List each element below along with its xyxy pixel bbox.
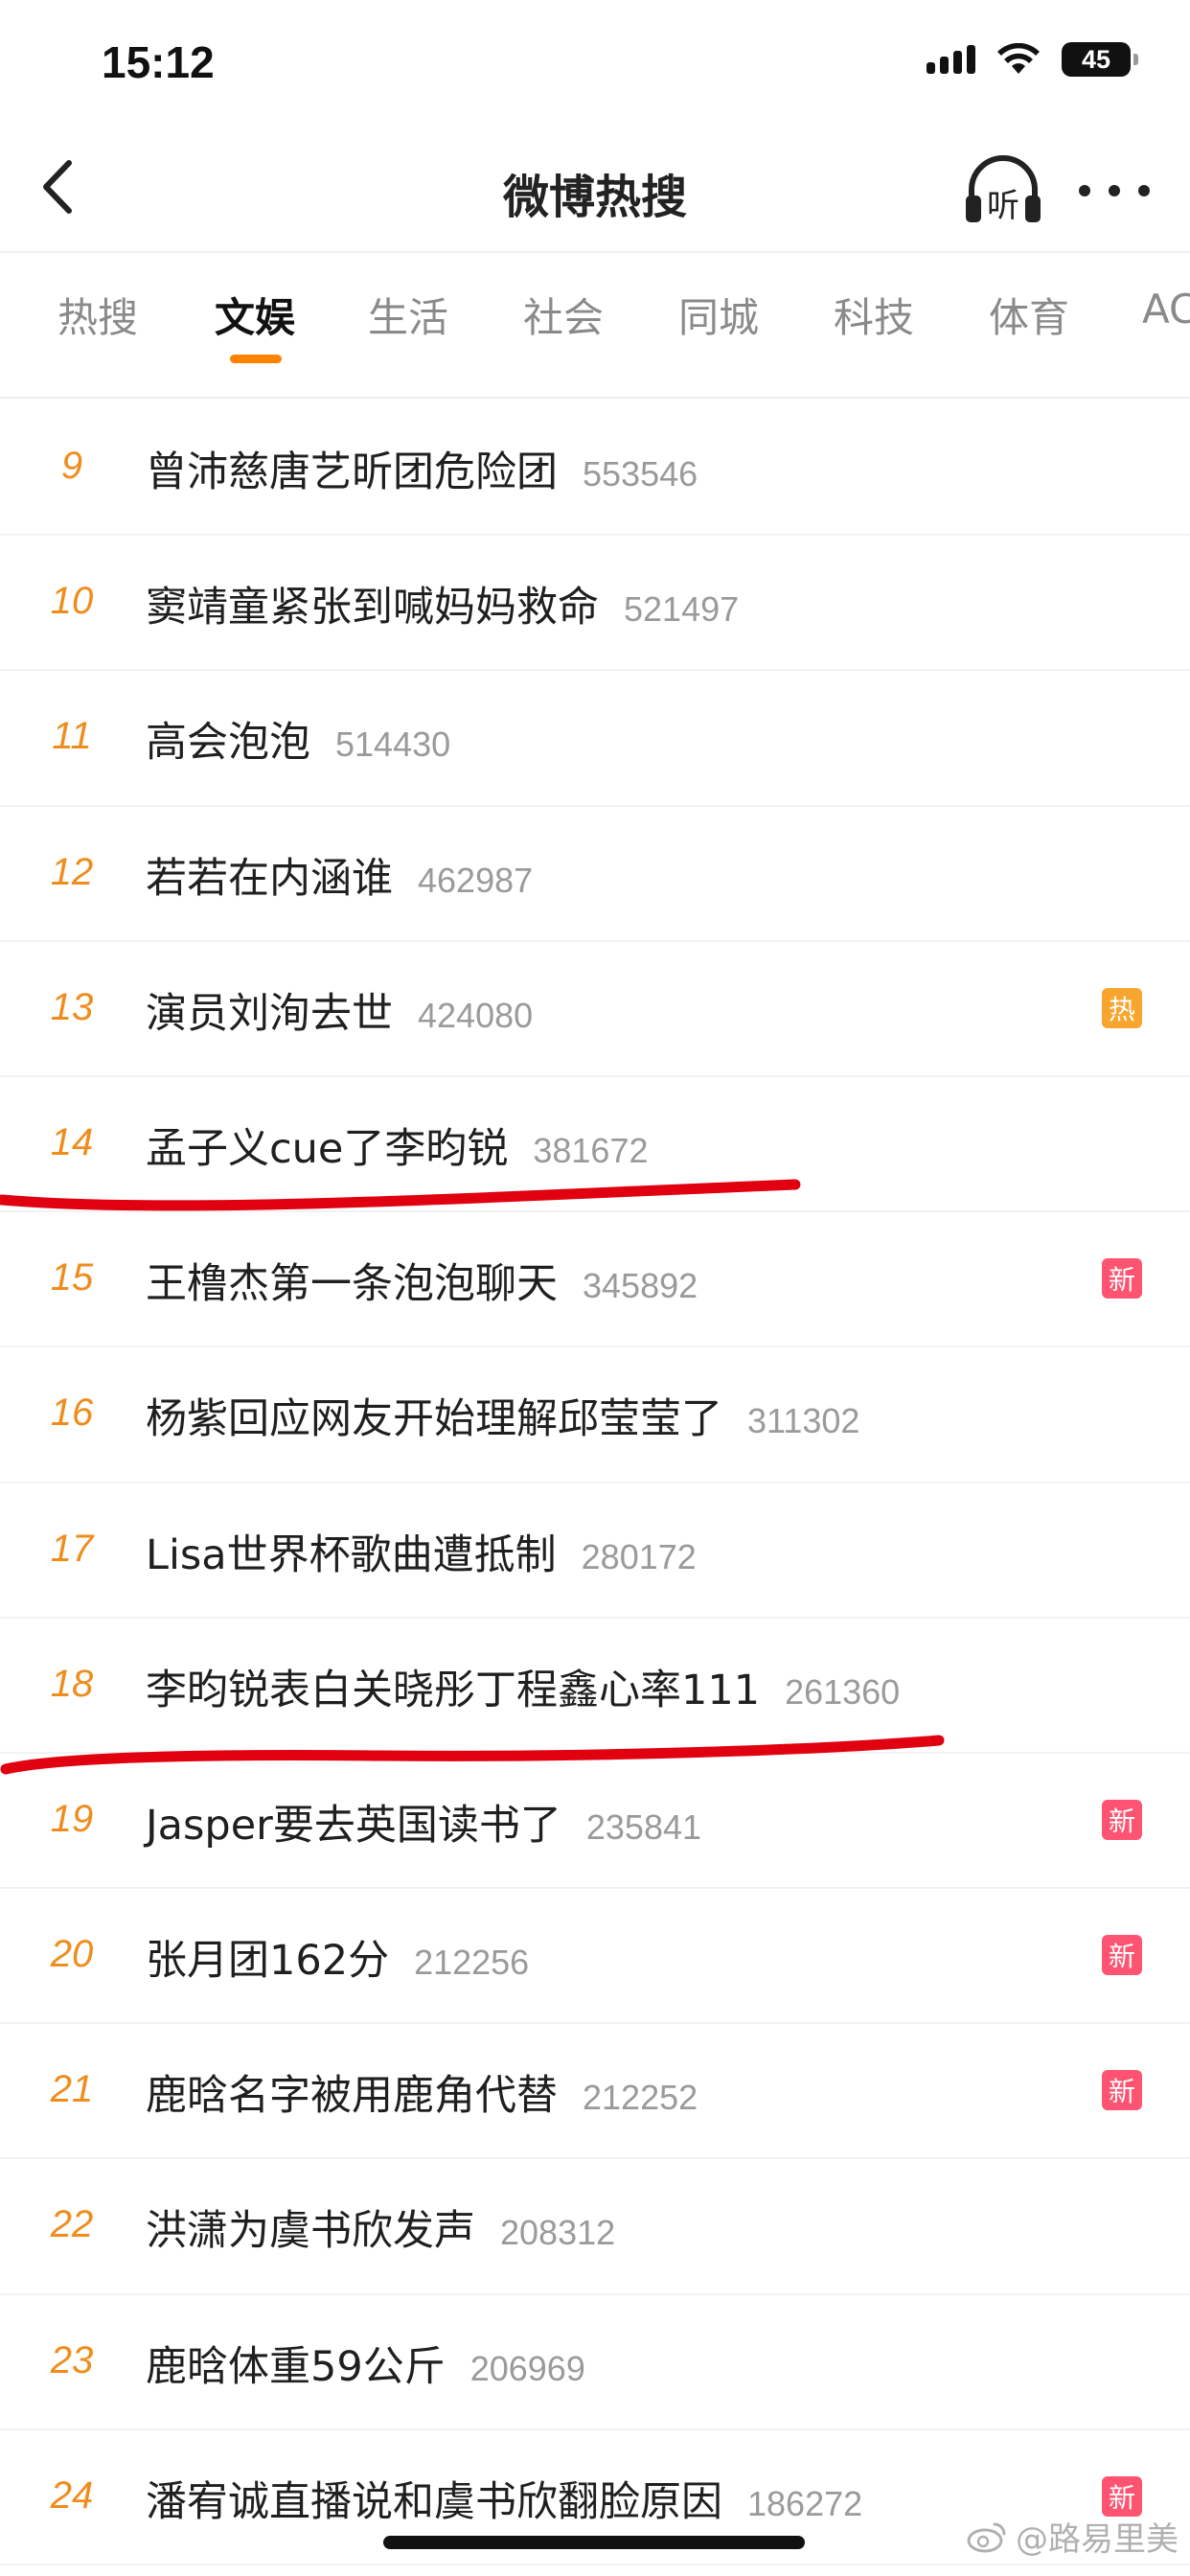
rank-number: 14 (50, 1120, 94, 1163)
cellular-signal-icon (927, 45, 975, 74)
hot-badge: 热 (1102, 987, 1142, 1028)
status-time: 15:12 (102, 37, 215, 87)
list-item[interactable]: 17 Lisa世界杯歌曲遭抵制 280172 (0, 1484, 1190, 1619)
topic-title: 鹿晗名字被用鹿角代替 (146, 2072, 558, 2121)
heat-count: 280172 (581, 1536, 697, 1576)
listen-label: 听 (987, 187, 1019, 225)
list-item[interactable]: 14 孟子义cue了李昀锐 381672 (0, 1077, 1190, 1213)
tab-tech[interactable]: 科技 (834, 286, 914, 344)
category-tabs: 热搜 文娱 生活 社会 同城 科技 体育 AC (0, 255, 1190, 399)
rank-number: 13 (50, 985, 94, 1028)
rank-number: 12 (50, 850, 94, 893)
more-dot (1138, 185, 1150, 196)
rank-number: 10 (50, 580, 94, 623)
topic-title: 鹿晗体重59公斤 (146, 2342, 446, 2391)
status-icons: 45 (927, 42, 1138, 77)
list-item[interactable]: 10 窦靖童紧张到喊妈妈救命 521497 (0, 536, 1190, 672)
rank-number: 17 (50, 1527, 94, 1570)
rank-number: 20 (50, 1933, 94, 1976)
new-badge: 新 (1102, 2475, 1142, 2517)
list-item[interactable]: 20 张月团162分 212256 新 (0, 1889, 1190, 2025)
heat-count: 261360 (785, 1671, 901, 1712)
listen-button[interactable]: 听 (962, 151, 1044, 228)
rank-number: 22 (50, 2203, 94, 2246)
more-dot (1109, 185, 1120, 196)
battery-icon: 45 (1062, 42, 1138, 77)
tab-acg[interactable]: AC (1142, 286, 1190, 333)
list-item[interactable]: 19 Jasper要去英国读书了 235841 新 (0, 1754, 1190, 1890)
rank-number: 19 (50, 1797, 94, 1840)
new-badge: 新 (1102, 1258, 1142, 1300)
heat-count: 186272 (747, 2483, 863, 2523)
rank-number: 24 (50, 2473, 94, 2517)
rank-number: 23 (50, 2338, 94, 2381)
topic-title: 潘宥诚直播说和虞书欣翻脸原因 (146, 2477, 722, 2526)
tab-entertainment[interactable]: 文娱 (215, 286, 295, 344)
more-dot (1079, 185, 1090, 196)
topic-title: 杨紫回应网友开始理解邱莹莹了 (146, 1395, 722, 1444)
topic-title: 张月团162分 (146, 1937, 390, 1986)
hot-search-list: 9 曾沛慈唐艺昕团危险团 553546 10 窦靖童紧张到喊妈妈救命 521497 … (0, 401, 1190, 2565)
rank-number: 9 (60, 445, 83, 487)
headphones-icon: 听 (966, 155, 1041, 225)
heat-count: 212252 (583, 2078, 698, 2118)
list-item[interactable]: 21 鹿晗名字被用鹿角代替 212252 新 (0, 2024, 1190, 2160)
rank-number: 16 (50, 1392, 94, 1435)
heat-count: 553546 (583, 454, 698, 494)
battery-level: 45 (1081, 44, 1111, 74)
topic-title: 王橹杰第一条泡泡聊天 (146, 1260, 558, 1309)
watermark-text: @路易里美 (1016, 2520, 1179, 2559)
topic-title: 洪潇为虞书欣发声 (146, 2207, 475, 2256)
heat-count: 381672 (533, 1130, 649, 1170)
rank-number: 15 (50, 1256, 94, 1300)
topic-title: 高会泡泡 (146, 719, 310, 768)
watermark: @路易里美 (966, 2513, 1179, 2560)
list-item[interactable]: 23 鹿晗体重59公斤 206969 (0, 2295, 1190, 2430)
list-item[interactable]: 16 杨紫回应网友开始理解邱莹莹了 311302 (0, 1347, 1190, 1484)
list-item[interactable]: 12 若若在内涵谁 462987 (0, 807, 1190, 942)
wifi-icon (997, 43, 1040, 74)
topic-title: Jasper要去英国读书了 (146, 1801, 561, 1850)
weibo-logo-icon (967, 2522, 1006, 2552)
list-item[interactable]: 13 演员刘洵去世 424080 热 (0, 942, 1190, 1077)
list-item[interactable]: 22 洪潇为虞书欣发声 208312 (0, 2159, 1190, 2295)
heat-count: 206969 (469, 2348, 585, 2388)
active-tab-indicator (230, 355, 282, 363)
rank-number: 11 (52, 715, 92, 758)
list-item[interactable]: 9 曾沛慈唐艺昕团危险团 553546 (0, 401, 1190, 537)
heat-count: 424080 (418, 995, 534, 1035)
list-item[interactable]: 15 王橹杰第一条泡泡聊天 345892 新 (0, 1212, 1190, 1348)
heat-count: 462987 (418, 860, 534, 900)
tab-life[interactable]: 生活 (368, 286, 448, 344)
topic-title: 若若在内涵谁 (146, 854, 393, 903)
topic-title: 孟子义cue了李昀锐 (146, 1124, 509, 1173)
rank-number: 18 (50, 1662, 94, 1705)
new-badge: 新 (1102, 2070, 1142, 2111)
rank-number: 21 (50, 2068, 94, 2111)
tab-society[interactable]: 社会 (523, 286, 604, 344)
heat-count: 235841 (585, 1806, 702, 1847)
tab-local[interactable]: 同城 (678, 286, 759, 344)
topic-title: 曾沛慈唐艺昕团危险团 (146, 448, 558, 496)
heat-count: 345892 (583, 1266, 698, 1306)
heat-count: 212256 (414, 1943, 530, 1983)
heat-count: 208312 (500, 2213, 616, 2253)
topic-title: 演员刘洵去世 (146, 989, 393, 1038)
nav-bar: 微博热搜 听 (0, 125, 1190, 253)
list-item[interactable]: 11 高会泡泡 514430 (0, 671, 1190, 807)
status-bar: 15:12 45 (0, 0, 1190, 125)
new-badge: 新 (1102, 1935, 1142, 1976)
home-indicator[interactable] (383, 2536, 805, 2549)
list-item[interactable]: 18 李昀锐表白关晓彤丁程鑫心率111 261360 (0, 1619, 1190, 1754)
heat-count: 311302 (747, 1401, 860, 1441)
new-badge: 新 (1102, 1799, 1142, 1840)
heat-count: 514430 (335, 724, 451, 765)
topic-title: 李昀锐表白关晓彤丁程鑫心率111 (146, 1666, 761, 1714)
heat-count: 521497 (624, 589, 740, 630)
tab-sports[interactable]: 体育 (989, 286, 1069, 344)
topic-title: Lisa世界杯歌曲遭抵制 (146, 1530, 557, 1579)
more-button[interactable] (1079, 167, 1150, 215)
tab-hot-search[interactable]: 热搜 (57, 286, 138, 344)
topic-title: 窦靖童紧张到喊妈妈救命 (146, 584, 599, 632)
